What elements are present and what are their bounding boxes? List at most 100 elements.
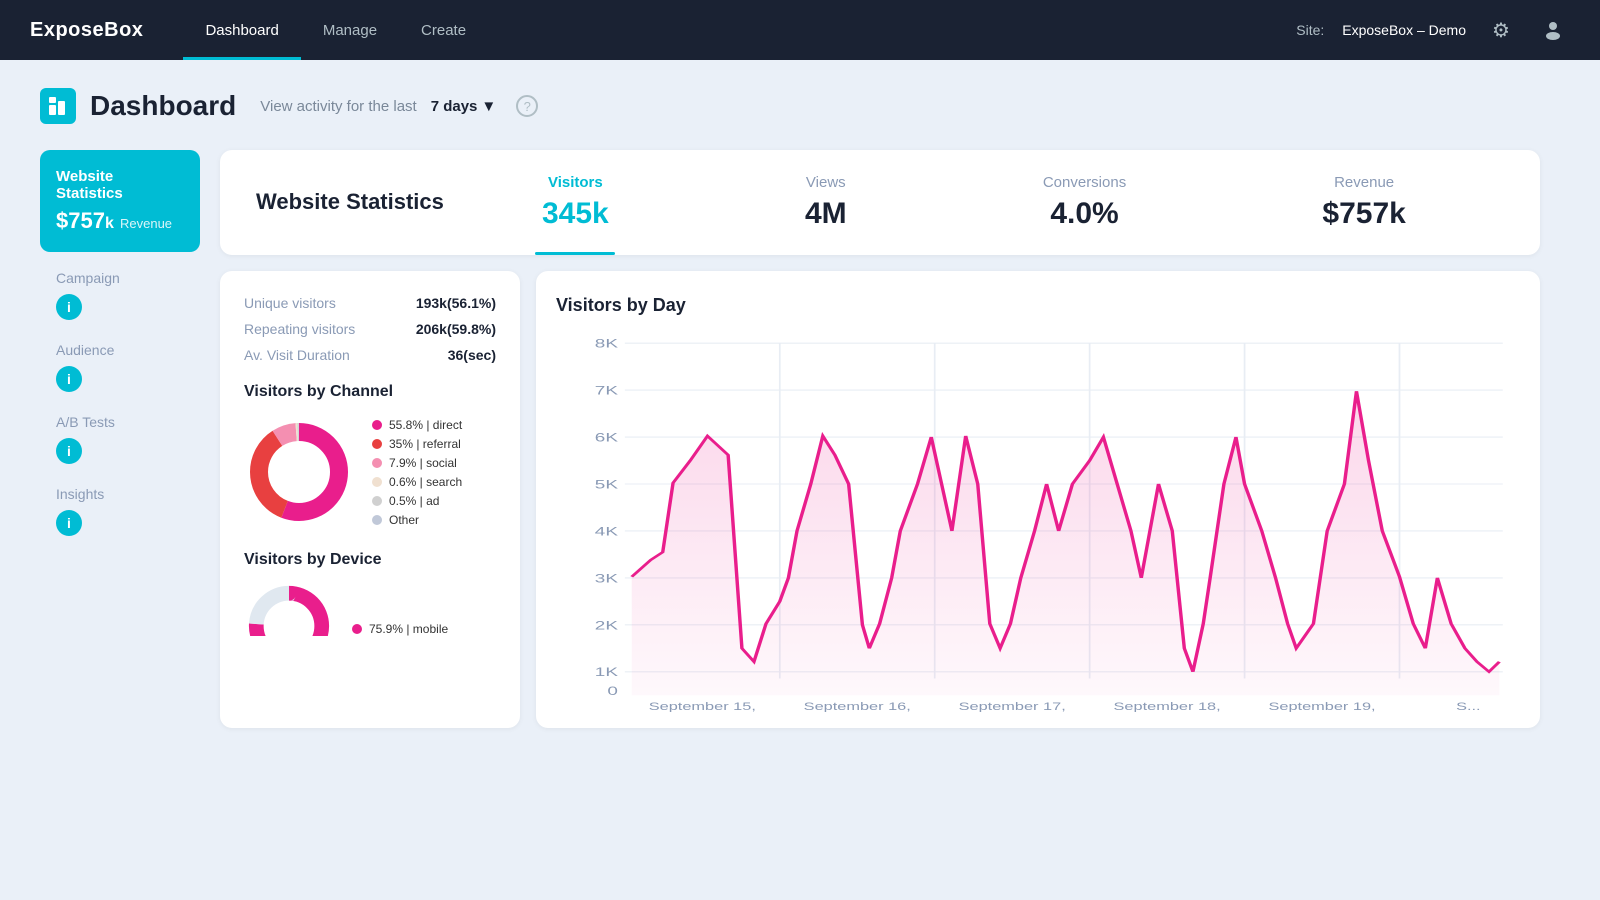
legend-dot-other bbox=[372, 515, 382, 525]
stat-views-label: Views bbox=[806, 174, 846, 191]
svg-text:September 16,: September 16, bbox=[804, 701, 911, 712]
legend-label-direct: 55.8% | direct bbox=[389, 418, 462, 432]
svg-text:1K: 1K bbox=[595, 666, 619, 679]
sidebar-item-abtests[interactable]: A/B Tests i bbox=[40, 398, 200, 470]
legend-label-other: Other bbox=[389, 513, 419, 527]
stat-revenue[interactable]: Revenue $757k bbox=[1322, 174, 1405, 231]
stat-conversions-label: Conversions bbox=[1043, 174, 1126, 191]
insights-info-icon[interactable]: i bbox=[56, 510, 82, 536]
stat-visitors[interactable]: Visitors 345k bbox=[542, 174, 609, 231]
channel-donut bbox=[244, 417, 354, 527]
brand: ExposeBox bbox=[30, 19, 143, 42]
unique-visitors-value: 193k(56.1%) bbox=[416, 295, 496, 311]
sidebar-item-audience[interactable]: Audience i bbox=[40, 326, 200, 398]
channel-legend: 55.8% | direct 35% | referral 7.9% | soc… bbox=[372, 418, 462, 527]
main-content: Dashboard View activity for the last 7 d… bbox=[0, 60, 1600, 756]
sidebar-item-insights[interactable]: Insights i bbox=[40, 470, 200, 542]
stat-views[interactable]: Views 4M bbox=[805, 174, 847, 231]
nav-manage[interactable]: Manage bbox=[301, 0, 399, 60]
sidebar-item-campaign[interactable]: Campaign i bbox=[40, 254, 200, 326]
navbar: ExposeBox Dashboard Manage Create Site: … bbox=[0, 0, 1600, 60]
sidebar: Website Statistics $757k Revenue Campaig… bbox=[40, 150, 200, 542]
repeating-visitors-label: Repeating visitors bbox=[244, 321, 355, 337]
device-title: Visitors by Device bbox=[244, 551, 496, 569]
repeating-visitors-value: 206k(59.8%) bbox=[416, 321, 496, 337]
stat-revenue-label: Revenue bbox=[1334, 174, 1394, 191]
nav-create[interactable]: Create bbox=[399, 0, 488, 60]
visit-duration-row: Av. Visit Duration 36(sec) bbox=[244, 347, 496, 363]
unique-visitors-row: Unique visitors 193k(56.1%) bbox=[244, 295, 496, 311]
svg-text:2K: 2K bbox=[595, 619, 619, 632]
device-donut bbox=[244, 581, 334, 636]
svg-text:0: 0 bbox=[607, 685, 618, 698]
visitor-stats: Unique visitors 193k(56.1%) Repeating vi… bbox=[244, 295, 496, 363]
stat-conversions[interactable]: Conversions 4.0% bbox=[1043, 174, 1126, 231]
legend-search: 0.6% | search bbox=[372, 475, 462, 489]
visit-duration-label: Av. Visit Duration bbox=[244, 347, 350, 363]
detail-left: Unique visitors 193k(56.1%) Repeating vi… bbox=[220, 271, 520, 728]
legend-dot-direct bbox=[372, 420, 382, 430]
campaign-info-icon[interactable]: i bbox=[56, 294, 82, 320]
page-title: Dashboard bbox=[90, 90, 236, 122]
sidebar-insights-label: Insights bbox=[56, 486, 184, 502]
svg-text:6K: 6K bbox=[595, 432, 619, 445]
svg-text:5K: 5K bbox=[595, 478, 619, 491]
legend-dot-search bbox=[372, 477, 382, 487]
settings-icon[interactable]: ⚙ bbox=[1484, 13, 1518, 47]
legend-label-ad: 0.5% | ad bbox=[389, 494, 439, 508]
legend-ad: 0.5% | ad bbox=[372, 494, 462, 508]
legend-other: Other bbox=[372, 513, 462, 527]
svg-text:September 19,: September 19, bbox=[1268, 701, 1375, 712]
legend-label-referral: 35% | referral bbox=[389, 437, 461, 451]
channel-title: Visitors by Channel bbox=[244, 383, 496, 401]
sidebar-audience-label: Audience bbox=[56, 342, 184, 358]
legend-direct: 55.8% | direct bbox=[372, 418, 462, 432]
legend-mobile: 75.9% | mobile bbox=[352, 622, 448, 636]
visit-duration-value: 36(sec) bbox=[448, 347, 496, 363]
stat-visitors-label: Visitors bbox=[548, 174, 603, 191]
unique-visitors-label: Unique visitors bbox=[244, 295, 336, 311]
svg-text:3K: 3K bbox=[595, 572, 619, 585]
user-icon[interactable] bbox=[1536, 13, 1570, 47]
stat-revenue-value: $757k bbox=[1322, 197, 1405, 231]
legend-referral: 35% | referral bbox=[372, 437, 462, 451]
day-chart-area: 8K 7K 6K 5K 4K 3K 2K 1K 0 bbox=[556, 332, 1520, 712]
legend-dot-ad bbox=[372, 496, 382, 506]
stats-bar: Website Statistics Visitors 345k Views 4… bbox=[220, 150, 1540, 255]
nav-dashboard[interactable]: Dashboard bbox=[183, 0, 300, 60]
sidebar-revenue: $757k Revenue bbox=[56, 208, 184, 234]
legend-social: 7.9% | social bbox=[372, 456, 462, 470]
activity-label: View activity for the last bbox=[260, 98, 416, 115]
days-selector[interactable]: 7 days ▼ bbox=[431, 98, 497, 115]
content-layout: Website Statistics $757k Revenue Campaig… bbox=[40, 150, 1540, 728]
device-chart-container: 75.9% | mobile bbox=[244, 581, 496, 636]
channel-chart-container: 55.8% | direct 35% | referral 7.9% | soc… bbox=[244, 417, 496, 527]
sidebar-label: Website Statistics bbox=[56, 168, 184, 202]
main-panel: Website Statistics Visitors 345k Views 4… bbox=[220, 150, 1540, 728]
help-icon[interactable]: ? bbox=[516, 95, 538, 117]
detail-panel: Unique visitors 193k(56.1%) Repeating vi… bbox=[220, 271, 1540, 728]
device-legend: 75.9% | mobile bbox=[352, 622, 448, 636]
svg-text:September 15,: September 15, bbox=[649, 701, 756, 712]
legend-dot-referral bbox=[372, 439, 382, 449]
dashboard-icon bbox=[40, 88, 76, 124]
repeating-visitors-row: Repeating visitors 206k(59.8%) bbox=[244, 321, 496, 337]
svg-text:September 18,: September 18, bbox=[1114, 701, 1221, 712]
stat-visitors-value: 345k bbox=[542, 197, 609, 231]
legend-label-social: 7.9% | social bbox=[389, 456, 457, 470]
stat-views-value: 4M bbox=[805, 197, 847, 231]
stats-metrics: Visitors 345k Views 4M Conversions 4.0% bbox=[444, 174, 1504, 231]
stat-visitors-underline bbox=[535, 252, 615, 255]
legend-dot-mobile bbox=[352, 624, 362, 634]
navbar-right: Site: ExposeBox – Demo ⚙ bbox=[1296, 13, 1570, 47]
stats-bar-title: Website Statistics bbox=[256, 188, 444, 217]
abtests-info-icon[interactable]: i bbox=[56, 438, 82, 464]
audience-info-icon[interactable]: i bbox=[56, 366, 82, 392]
sidebar-item-website-statistics[interactable]: Website Statistics $757k Revenue bbox=[40, 150, 200, 252]
detail-right: Visitors by Day bbox=[536, 271, 1540, 728]
svg-text:S...: S... bbox=[1456, 701, 1481, 712]
site-name: ExposeBox – Demo bbox=[1342, 22, 1466, 38]
page-header: Dashboard View activity for the last 7 d… bbox=[40, 88, 1540, 124]
legend-label-search: 0.6% | search bbox=[389, 475, 462, 489]
legend-label-mobile: 75.9% | mobile bbox=[369, 622, 448, 636]
